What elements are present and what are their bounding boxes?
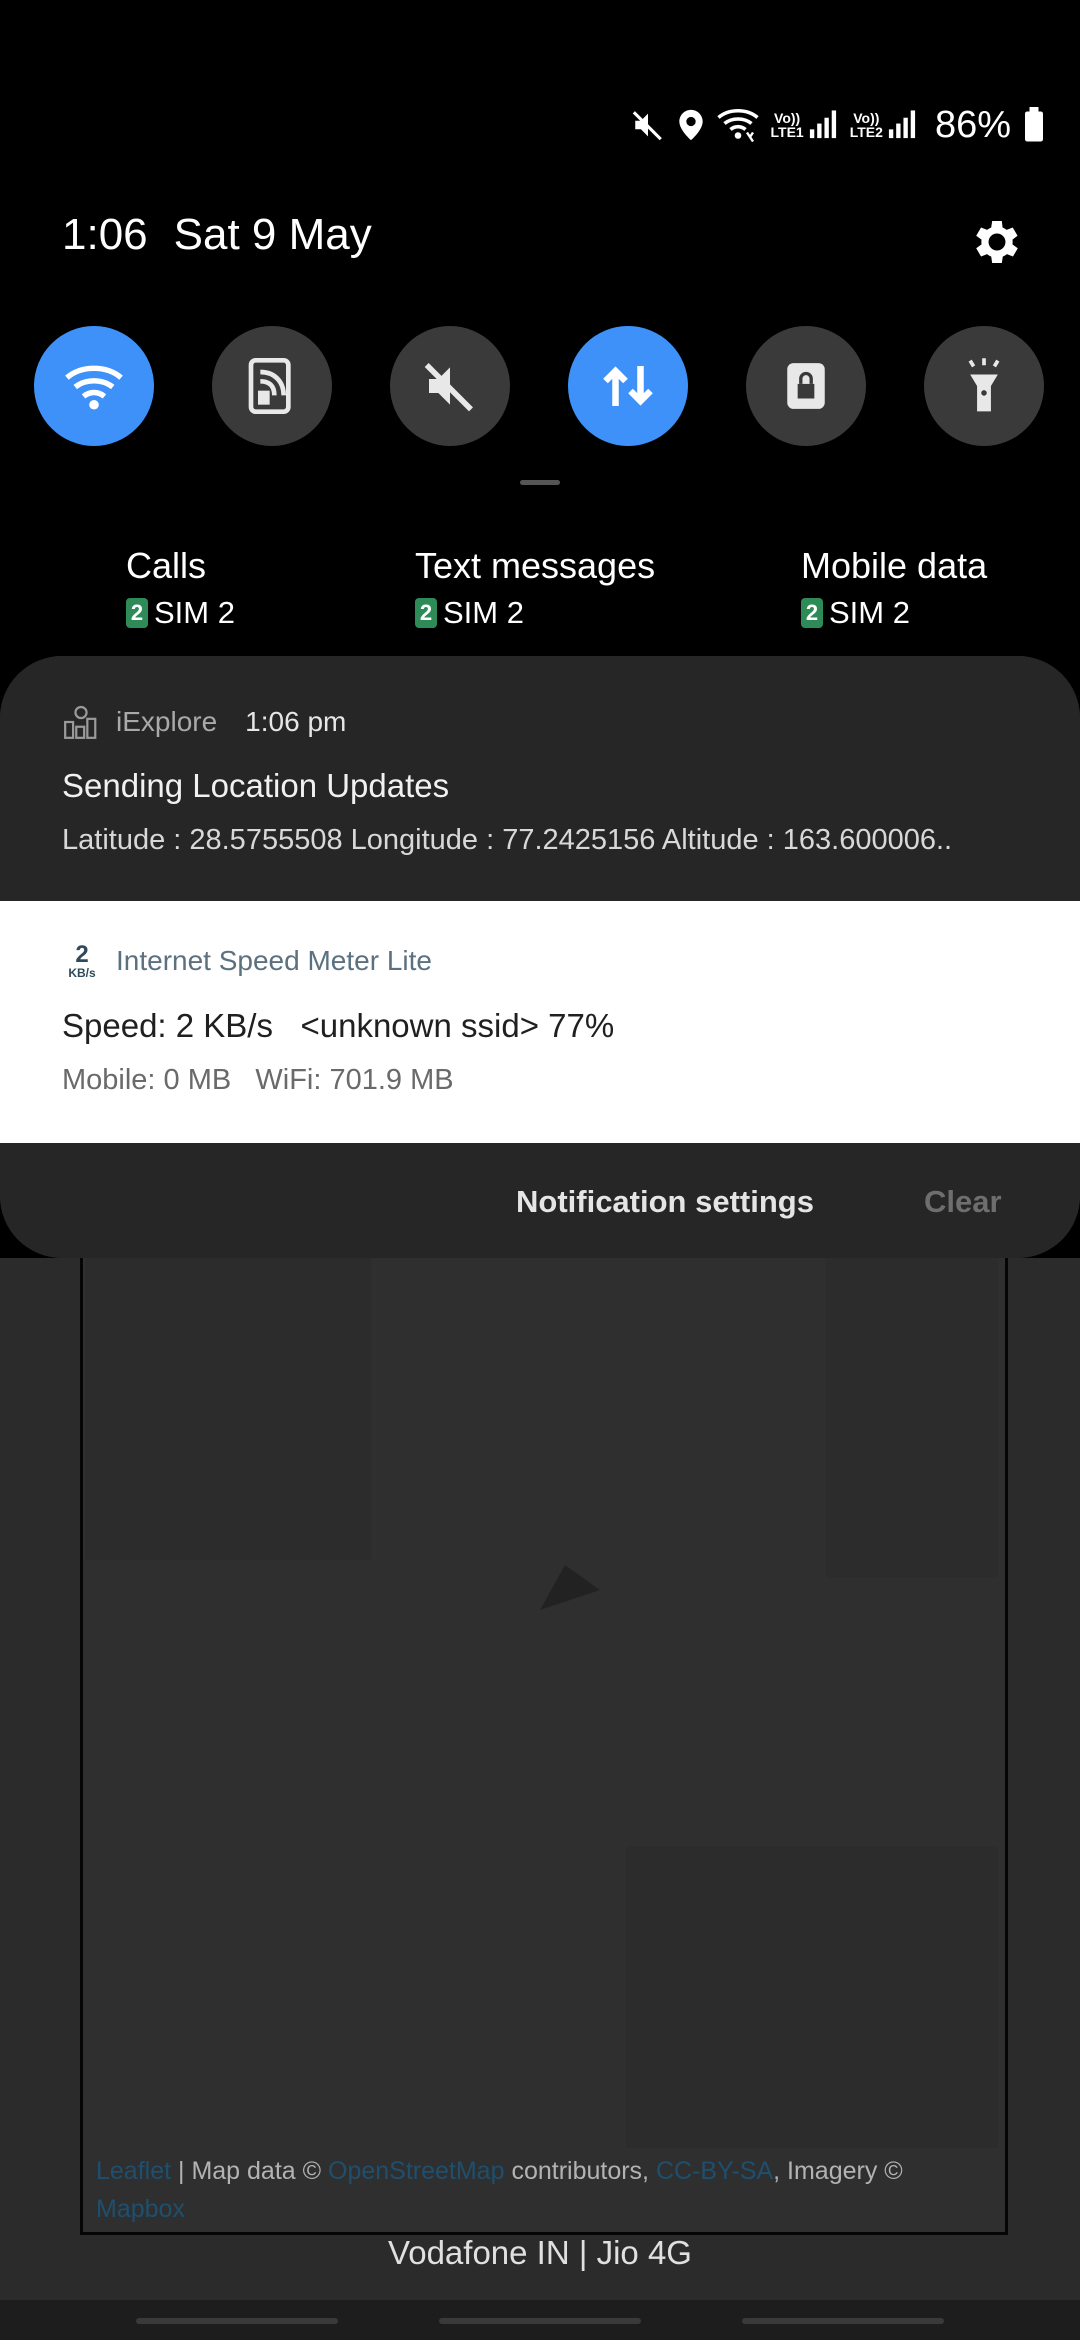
sim-text-title: Text messages — [415, 545, 656, 586]
toggle-flashlight[interactable] — [924, 326, 1044, 446]
clear-button[interactable]: Clear — [924, 1184, 1002, 1220]
notification-title: Speed: 2 KB/s <unknown ssid> 77% — [62, 1007, 615, 1044]
sim-badge-icon: 2 — [126, 598, 148, 628]
location-icon — [678, 109, 703, 141]
status-bar: Vo)) LTE1 Vo)) LTE2 86% — [0, 95, 1080, 155]
notification-iexplore[interactable]: iExplore 1:06 pm Sending Location Update… — [0, 656, 1080, 900]
notification-header: 2 KB/s Internet Speed Meter Lite — [62, 941, 432, 980]
nav-home-button[interactable] — [439, 2318, 641, 2324]
lte2-label: LTE2 — [849, 124, 883, 140]
secure-folder-icon — [787, 363, 825, 409]
flashlight-icon — [968, 358, 1000, 412]
mapbox-link[interactable]: Mapbox — [96, 2195, 185, 2223]
battery-percent: 86% — [934, 103, 1011, 146]
speed-meter-icon-unit: KB/s — [68, 966, 96, 980]
speed-meter-app-icon: 2 KB/s — [62, 941, 102, 980]
leaflet-link[interactable]: Leaflet — [96, 2157, 171, 2185]
map-tile — [626, 1846, 998, 2148]
map-marker-icon[interactable] — [535, 1555, 605, 1625]
notification-header: iExplore 1:06 pm — [62, 703, 346, 741]
wifi-icon — [716, 108, 759, 143]
toggle-nfc[interactable] — [212, 326, 332, 446]
toggle-secure-folder[interactable] — [746, 326, 866, 446]
sim-calls-title: Calls — [126, 545, 207, 586]
header-datetime: 1:06 Sat 9 May — [62, 210, 398, 260]
panel-drag-handle[interactable] — [520, 480, 560, 485]
toggle-wifi[interactable] — [34, 326, 154, 446]
map-tile — [826, 1258, 998, 1578]
openstreetmap-link[interactable]: OpenStreetMap — [328, 2157, 505, 2185]
battery-icon — [1025, 107, 1043, 142]
toggle-sound[interactable] — [390, 326, 510, 446]
notification-panel: iExplore 1:06 pm Sending Location Update… — [0, 656, 1080, 1258]
mobile-data-arrows-icon — [603, 366, 653, 406]
notification-time: 1:06 pm — [245, 706, 347, 737]
sim-calls[interactable]: Calls 2 SIM 2 — [126, 545, 235, 631]
toggle-mobile-data[interactable] — [568, 326, 688, 446]
clock-time[interactable]: 1:06 — [62, 210, 148, 259]
vo-label: Vo)) — [774, 110, 801, 126]
notification-text: Latitude : 28.5755508 Longitude : 77.242… — [62, 824, 953, 856]
iexplore-app-icon — [64, 705, 97, 739]
notification-app-name: Internet Speed Meter Lite — [116, 945, 432, 976]
sim-data-value: SIM 2 — [829, 595, 910, 630]
sim-badge-icon: 2 — [801, 598, 823, 628]
wifi-icon — [65, 365, 123, 410]
nfc-icon — [248, 358, 291, 414]
sim-mobile-data[interactable]: Mobile data 2 SIM 2 — [801, 545, 987, 631]
attribution-text: , Imagery © — [773, 2157, 903, 2185]
sim-calls-value: SIM 2 — [154, 595, 235, 630]
mute-icon — [632, 111, 662, 141]
speed-meter-icon-value: 2 — [75, 941, 89, 968]
notification-text: Mobile: 0 MB WiFi: 701.9 MB — [62, 1064, 454, 1096]
attribution-text: | Map data © — [171, 2157, 328, 2185]
date-label[interactable]: Sat 9 May — [174, 210, 372, 259]
notification-app-name: iExplore — [116, 706, 218, 737]
notification-settings-button[interactable]: Notification settings — [516, 1184, 814, 1220]
sim-text-value: SIM 2 — [443, 595, 524, 630]
status-icons: Vo)) LTE1 Vo)) LTE2 86% — [631, 95, 1045, 155]
attribution-text: contributors, — [504, 2157, 656, 2185]
nav-back-button[interactable] — [742, 2318, 944, 2324]
volte-sim2-signal-icon: Vo)) LTE2 — [850, 109, 917, 141]
volte-sim1-signal-icon: Vo)) LTE1 — [771, 109, 838, 141]
notification-speed-meter[interactable]: 2 KB/s Internet Speed Meter Lite Speed: … — [0, 901, 1080, 1143]
sim-data-title: Mobile data — [801, 545, 988, 586]
license-link[interactable]: CC-BY-SA — [656, 2157, 773, 2185]
sim-text-messages[interactable]: Text messages 2 SIM 2 — [415, 545, 655, 631]
vo-label-2: Vo)) — [853, 110, 880, 126]
carrier-label: Vodafone IN | Jio 4G — [388, 2234, 692, 2271]
map-attribution: Leaflet | Map data © OpenStreetMap contr… — [96, 2152, 956, 2228]
nav-recents-button[interactable] — [136, 2318, 338, 2324]
notification-title: Sending Location Updates — [62, 767, 450, 804]
sim-badge-icon: 2 — [415, 598, 437, 628]
mute-icon — [424, 363, 473, 412]
lte1-label: LTE1 — [770, 124, 804, 140]
map-tile — [85, 1258, 371, 1560]
settings-gear-icon[interactable] — [968, 213, 1026, 271]
